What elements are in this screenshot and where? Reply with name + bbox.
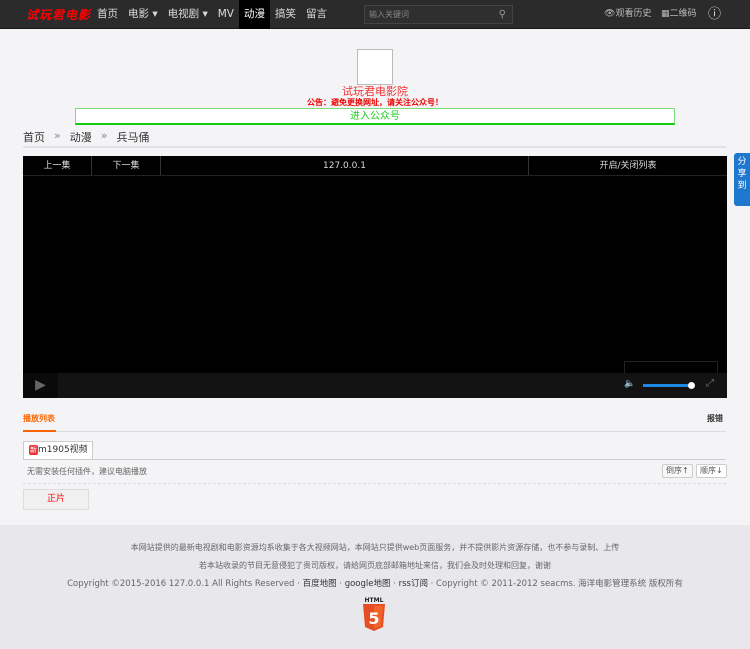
nav-anime[interactable]: 动漫 [238, 0, 270, 29]
crumb-current: 兵马俑 [116, 131, 150, 144]
active-tab-indicator [23, 430, 56, 432]
report-link[interactable]: 报错 [707, 413, 723, 424]
new-badge: 新 [29, 445, 38, 455]
crumb-sep: » [54, 129, 61, 142]
main-menu: 首页 电影 ▾ 电视剧 ▾ MV 动漫 搞笑 留言 [92, 0, 332, 29]
source-tab[interactable]: 新m1905视频 [23, 441, 93, 460]
mute-icon[interactable]: 🔈 [624, 379, 635, 389]
player-bar: 上一集 下一集 127.0.0.1 开启/关闭列表 [23, 156, 727, 176]
qrcode-icon: ▦ [661, 9, 670, 19]
source-label: m1905视频 [38, 445, 88, 455]
crumb-home[interactable]: 首页 [23, 129, 45, 145]
copyright-text: Copyright ©2015-2016 127.0.0.1 All Right… [67, 579, 303, 589]
video-player[interactable]: 上一集 下一集 127.0.0.1 开启/关闭列表 ▶ 🔈 ⤢ [23, 156, 727, 398]
playlist-heading[interactable]: 播放列表 [23, 413, 55, 424]
site-logo[interactable]: 试玩君电影 [26, 6, 91, 23]
history-label: 观看历史 [615, 9, 652, 19]
rss-link[interactable]: rss订阅 [399, 579, 428, 589]
search-input[interactable]: 输入关键词 ⚲ [364, 5, 513, 24]
baidu-sitemap-link[interactable]: 百度地图 [303, 579, 337, 589]
footer-disclaimer: 本网站提供的最新电视剧和电影资源均系收集于各大视频网站，本网站只提供web页面服… [130, 543, 620, 552]
qrcode-label: 二维码 [669, 9, 697, 19]
player-controls: ▶ 🔈 ⤢ [23, 373, 727, 398]
footer-copyright: Copyright ©2015-2016 127.0.0.1 All Right… [67, 579, 683, 589]
gzh-button[interactable]: 进入公众号 [75, 108, 675, 125]
qrcode-link[interactable]: ▦二维码 [661, 0, 697, 29]
volume-slider[interactable] [643, 382, 695, 389]
svg-text:5: 5 [368, 609, 379, 628]
fullscreen-icon[interactable]: ⤢ [706, 378, 714, 389]
divider [23, 146, 726, 148]
sort-desc-button[interactable]: 倒序↑ [662, 464, 693, 478]
divider [23, 483, 726, 484]
toggle-list-button[interactable]: 开启/关闭列表 [529, 156, 727, 175]
divider [23, 459, 726, 460]
html5-shield-icon: 5 [363, 604, 385, 631]
crumb-sep: » [100, 129, 108, 142]
google-sitemap-link[interactable]: google地图 [345, 579, 391, 589]
logo-image [357, 49, 393, 85]
nav-movies[interactable]: 电影 ▾ [123, 0, 163, 29]
search-placeholder: 输入关键词 [369, 10, 409, 19]
user-icon[interactable]: ⓘ [708, 0, 721, 29]
notice: 公告：避免更换网址，请关注公众号！ [307, 98, 443, 107]
crumb-anime[interactable]: 动漫 [70, 129, 92, 145]
history-link[interactable]: 👁观看历史 [604, 0, 651, 29]
play-tip: 无需安装任何插件，建议电脑播放 [27, 467, 147, 476]
play-icon[interactable]: ▶ [23, 373, 58, 398]
nav-tv[interactable]: 电视剧 ▾ [163, 0, 213, 29]
next-episode-button[interactable]: 下一集 [92, 156, 161, 175]
nav-home[interactable]: 首页 [92, 0, 123, 29]
html5-label: HTML [364, 597, 384, 604]
nav-funny[interactable]: 搞笑 [270, 0, 301, 29]
eye-icon: 👁 [604, 9, 616, 19]
nav-guestbook[interactable]: 留言 [301, 0, 332, 29]
episode-button[interactable]: 正片 [23, 489, 89, 510]
footer-copyright-notice: 若本站收录的节目无意侵犯了贵司版权，请给网页底部邮箱地址来信，我们会及时处理和回… [199, 561, 551, 570]
player-host: 127.0.0.1 [161, 156, 529, 175]
sort-asc-button[interactable]: 顺序↓ [696, 464, 727, 478]
prev-episode-button[interactable]: 上一集 [23, 156, 92, 175]
nav-mv[interactable]: MV [213, 0, 239, 29]
share-button[interactable]: 分享到 [734, 153, 750, 206]
divider [23, 431, 726, 432]
html5-logo: HTML 5 [362, 597, 386, 631]
volume-knob[interactable] [687, 382, 695, 389]
top-nav: 试玩君电影 首页 电影 ▾ 电视剧 ▾ MV 动漫 搞笑 留言 输入关键词 ⚲ 👁… [0, 0, 750, 29]
breadcrumb: 首页 » 动漫 » 兵马俑 [23, 129, 149, 145]
search-icon[interactable]: ⚲ [499, 6, 506, 23]
copyright-text-2: · Copyright © 2011-2012 seacms. 海洋电影管理系统… [427, 579, 683, 589]
